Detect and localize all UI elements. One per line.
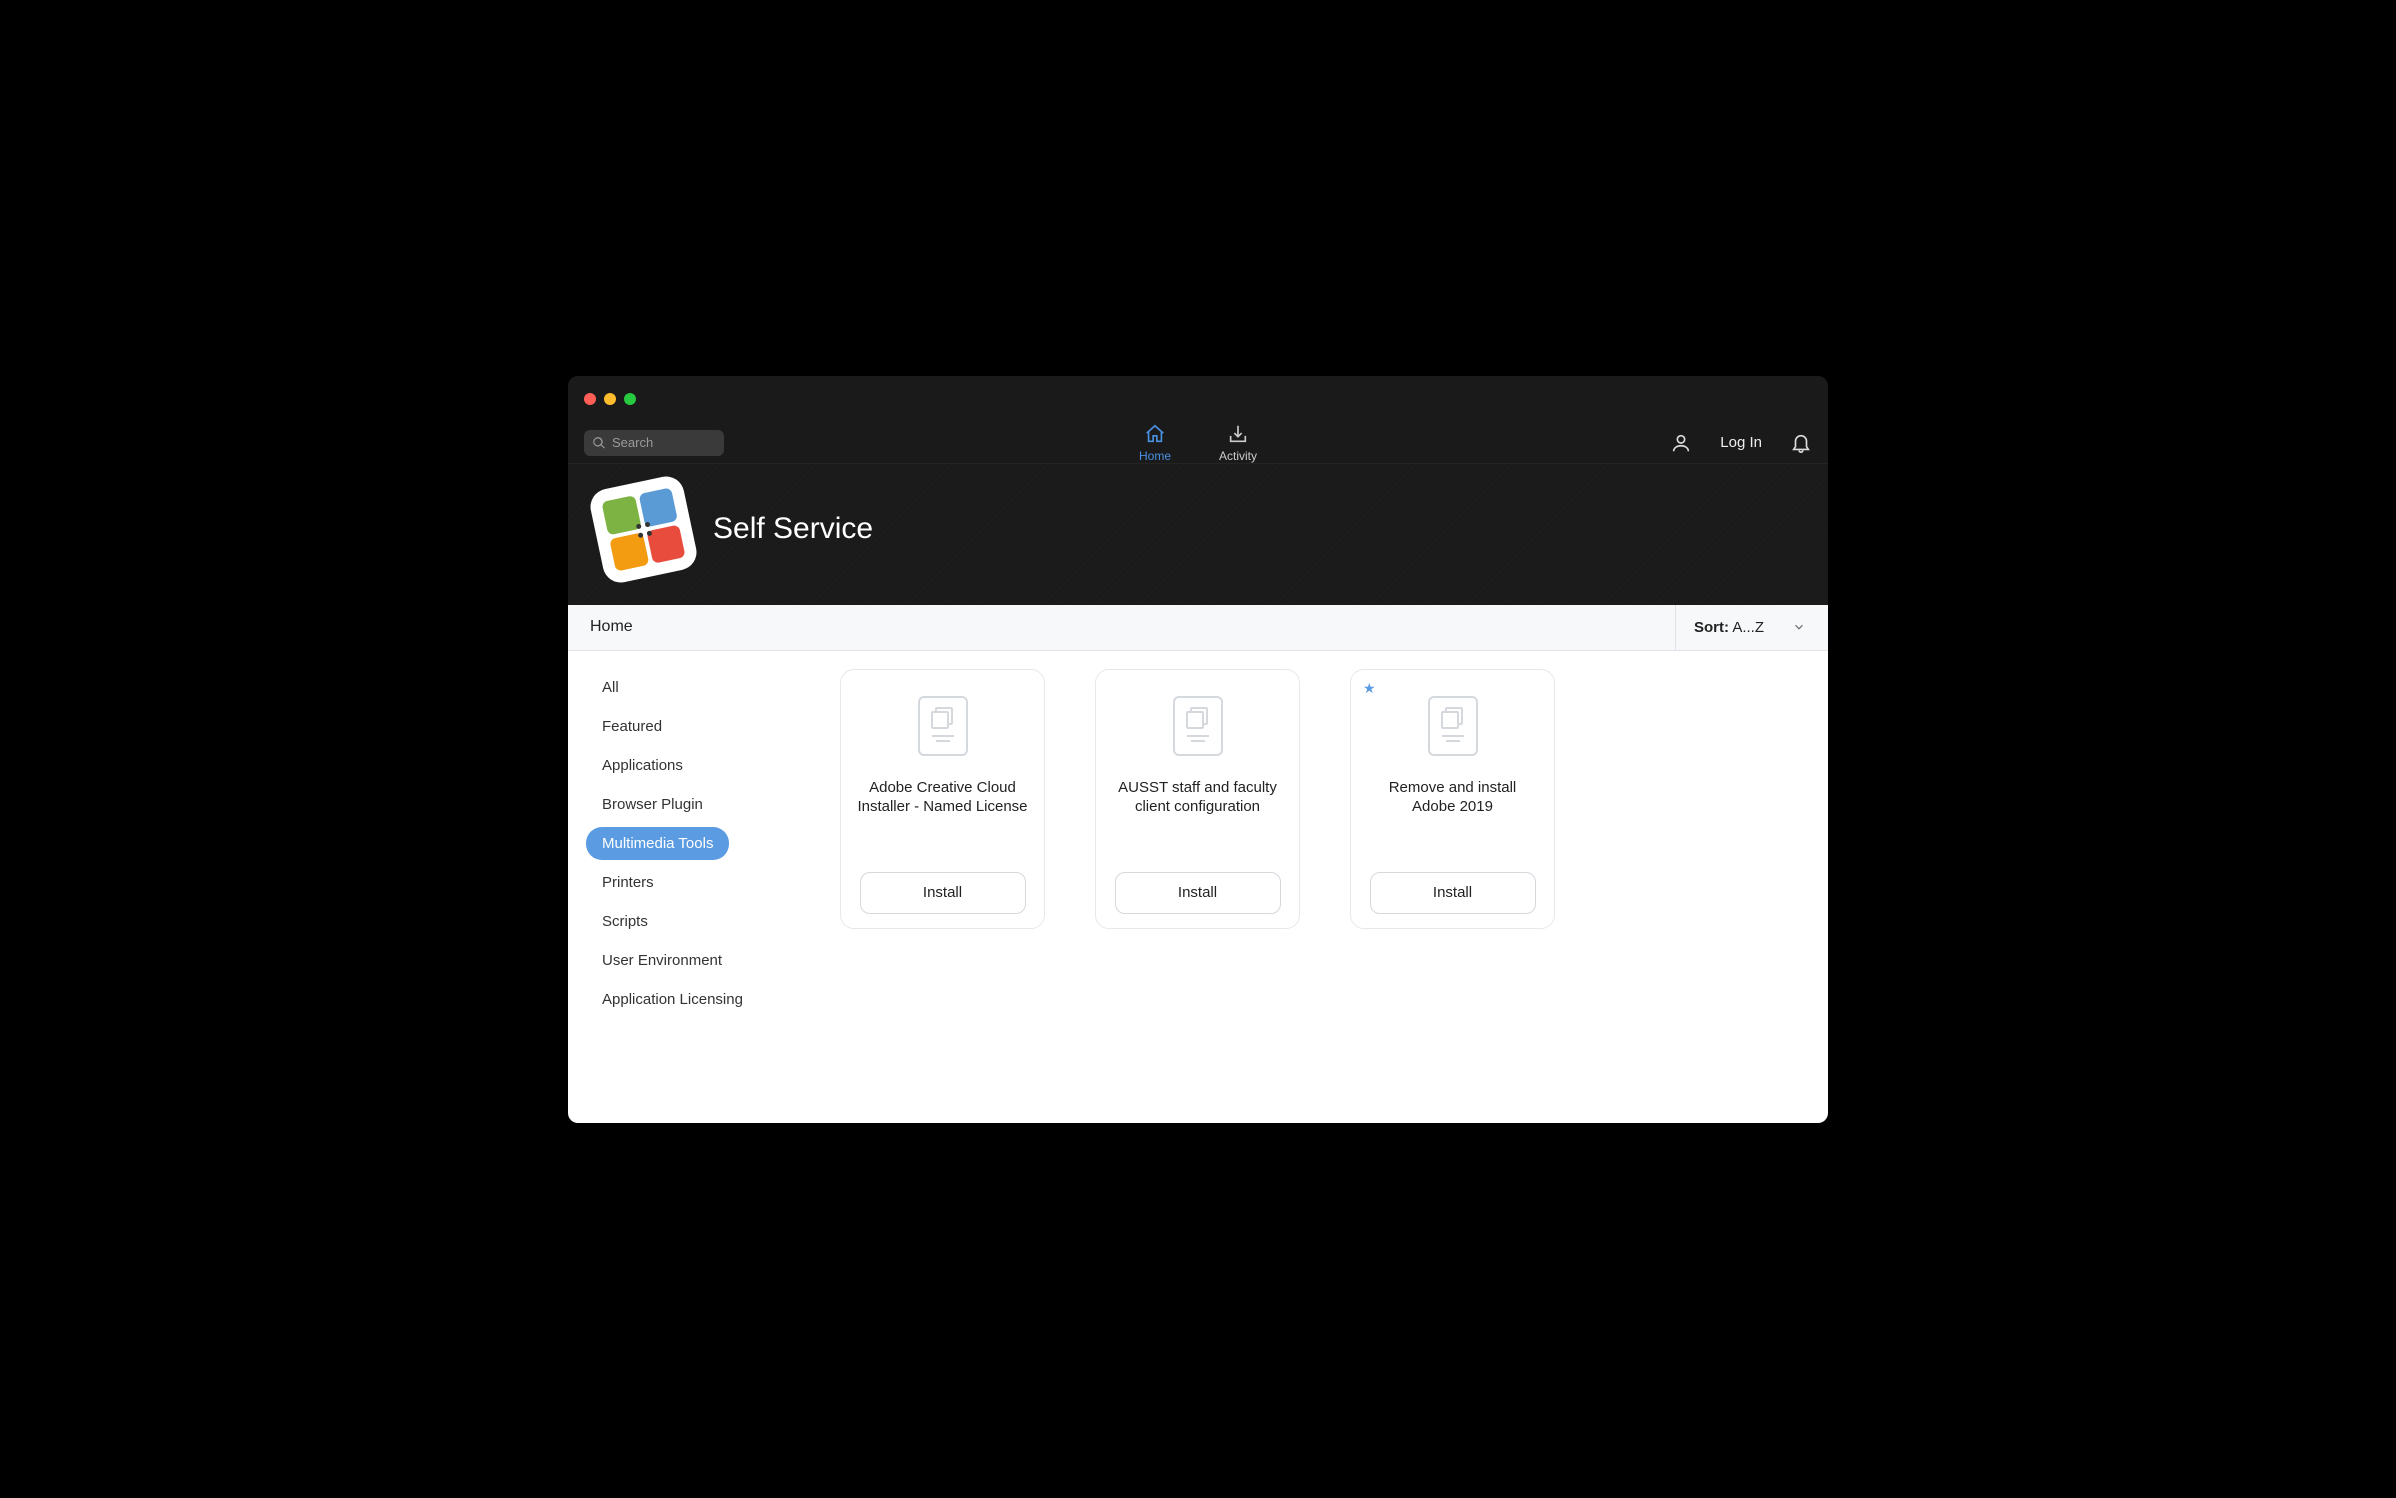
- card-title: AUSST staff and faculty client configura…: [1108, 778, 1287, 838]
- sidebar-item[interactable]: User Environment: [586, 944, 738, 977]
- body: All Featured Applications Browser Plugin Mul…: [568, 651, 1828, 1123]
- app-card[interactable]: AUSST staff and faculty client configura…: [1095, 669, 1300, 929]
- app-card[interactable]: Adobe Creative Cloud Installer - Named L…: [840, 669, 1045, 929]
- install-button[interactable]: Install: [1115, 872, 1281, 914]
- sidebar-item[interactable]: Browser Plugin: [586, 788, 719, 821]
- sort-label: Sort: A...Z: [1694, 619, 1764, 636]
- app-title: Self Service: [713, 512, 873, 546]
- package-icon: [1171, 694, 1225, 758]
- breadcrumb[interactable]: Home: [590, 618, 633, 636]
- nav-tab-home[interactable]: Home: [1139, 423, 1171, 463]
- minimize-window-button[interactable]: [604, 393, 616, 405]
- sidebar-item[interactable]: All: [586, 671, 635, 704]
- sidebar-item[interactable]: Scripts: [586, 905, 664, 938]
- sort-dropdown[interactable]: Sort: A...Z: [1675, 605, 1806, 650]
- sidebar-item[interactable]: Application Licensing: [586, 983, 759, 1016]
- activity-icon: [1227, 423, 1249, 445]
- traffic-lights: [584, 393, 636, 405]
- nav-tab-activity[interactable]: Activity: [1219, 423, 1257, 463]
- app-window: Home Activity Log In: [568, 376, 1828, 1123]
- app-header: Self Service: [568, 463, 1828, 605]
- bell-icon[interactable]: [1790, 432, 1812, 454]
- app-logo: [596, 482, 691, 577]
- close-window-button[interactable]: [584, 393, 596, 405]
- card-title: Remove and install Adobe 2019: [1363, 778, 1542, 838]
- nav-tab-activity-label: Activity: [1219, 449, 1257, 463]
- toolbar: Home Activity Log In: [568, 423, 1828, 463]
- nav-tabs: Home Activity: [1139, 423, 1257, 463]
- sidebar-item[interactable]: Applications: [586, 749, 699, 782]
- search-icon: [592, 436, 606, 450]
- search-input[interactable]: [612, 435, 716, 450]
- package-icon: [916, 694, 970, 758]
- install-button[interactable]: Install: [860, 872, 1026, 914]
- login-link[interactable]: Log In: [1720, 434, 1762, 451]
- toolbar-right: Log In: [1670, 432, 1812, 454]
- sidebar: All Featured Applications Browser Plugin Mul…: [568, 651, 828, 1123]
- sidebar-item[interactable]: Multimedia Tools: [586, 827, 729, 860]
- star-icon: ★: [1363, 680, 1376, 697]
- card-title: Adobe Creative Cloud Installer - Named L…: [853, 778, 1032, 838]
- home-icon: [1144, 423, 1166, 445]
- chevron-down-icon: [1792, 620, 1806, 634]
- search-field-wrap[interactable]: [584, 430, 724, 456]
- app-card[interactable]: ★ Remove and install Adobe 2019 Install: [1350, 669, 1555, 929]
- nav-tab-home-label: Home: [1139, 449, 1171, 463]
- content-grid: Adobe Creative Cloud Installer - Named L…: [828, 651, 1828, 1123]
- sidebar-item[interactable]: Featured: [586, 710, 678, 743]
- sidebar-item[interactable]: Printers: [586, 866, 670, 899]
- install-button[interactable]: Install: [1370, 872, 1536, 914]
- maximize-window-button[interactable]: [624, 393, 636, 405]
- subheader: Home Sort: A...Z: [568, 605, 1828, 651]
- user-icon[interactable]: [1670, 432, 1692, 454]
- titlebar: [568, 376, 1828, 423]
- package-icon: [1426, 694, 1480, 758]
